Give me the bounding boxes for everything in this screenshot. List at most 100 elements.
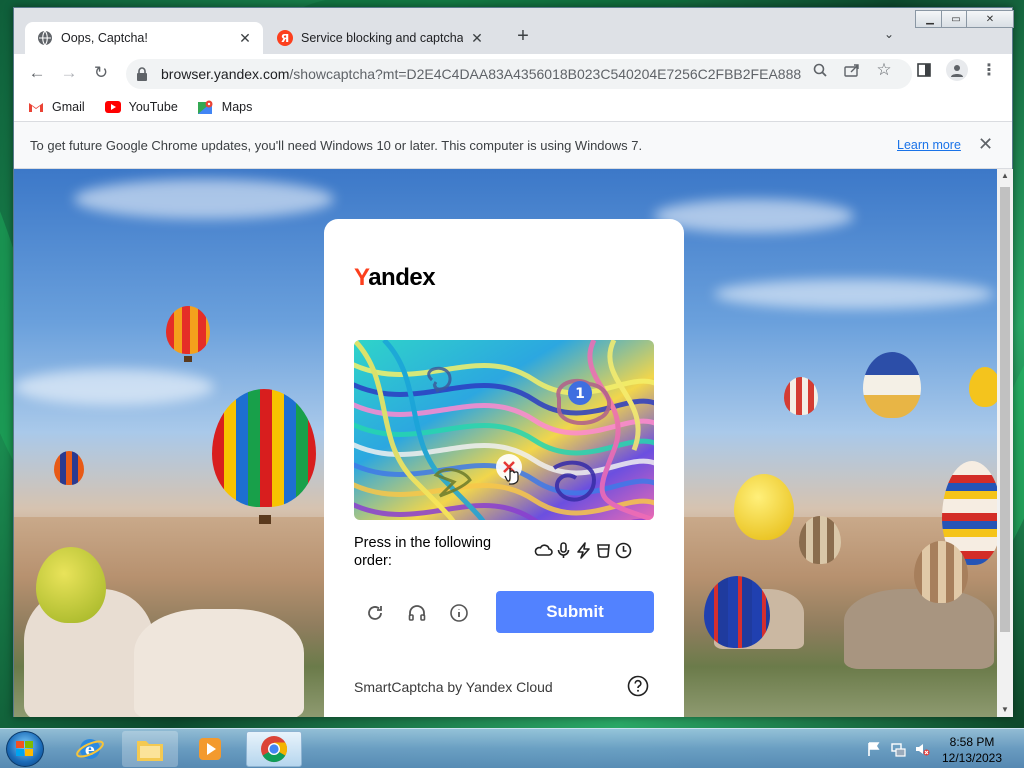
folder-icon [137, 741, 163, 761]
forward-icon[interactable]: → [58, 62, 80, 84]
hot-air-balloon [212, 389, 316, 507]
learn-more-link[interactable]: Learn more [897, 138, 961, 152]
landscape-rock [134, 609, 304, 717]
clock-icon [614, 541, 633, 560]
taskbar-file-explorer[interactable] [122, 731, 178, 767]
url-text: browser.yandex.com/showcaptcha?mt=D2E4C4… [161, 66, 801, 82]
address-bar[interactable]: browser.yandex.com/showcaptcha?mt=D2E4C4… [126, 59, 912, 89]
hot-air-balloon [704, 576, 770, 648]
infobar-close-icon[interactable]: ✕ [978, 134, 993, 155]
kebab-menu-icon[interactable]: ⋮ [980, 61, 998, 79]
logo-first-letter: Y [354, 264, 369, 291]
clock-date: 12/13/2023 [941, 751, 1003, 765]
hot-air-balloon [784, 377, 818, 415]
tab-title: Oops, Captcha! [61, 31, 148, 45]
taskbar-media-player[interactable] [182, 731, 238, 767]
back-icon[interactable]: ← [26, 62, 48, 84]
new-tab-icon[interactable]: + [511, 25, 535, 48]
hot-air-balloon [969, 367, 997, 407]
taskbar-chrome[interactable] [246, 731, 302, 767]
action-center-flag-icon[interactable] [866, 741, 882, 757]
landscape-rock [844, 589, 994, 669]
infobar-message: To get future Google Chrome updates, you… [30, 137, 643, 153]
media-player-icon [199, 738, 221, 760]
captcha-card: Yandex 1 Press in the following order: S… [324, 219, 684, 717]
scroll-down-arrow-icon[interactable]: ▼ [997, 703, 1013, 717]
click-order-badge: 1 [575, 386, 585, 402]
info-icon[interactable] [447, 601, 471, 625]
tab-close-icon[interactable]: ✕ [469, 30, 485, 47]
balloon-basket [259, 515, 271, 524]
tab-title: Service blocking and captcha - C [301, 31, 463, 45]
scroll-up-arrow-icon[interactable]: ▲ [997, 169, 1013, 183]
order-icons [534, 541, 633, 560]
tab-service-blocking[interactable]: Я Service blocking and captcha - C ✕ [265, 22, 495, 54]
logo-rest: andex [368, 264, 436, 291]
captcha-instruction: Press in the following order: [354, 535, 492, 569]
background-cloud [714, 279, 994, 309]
bookmark-youtube[interactable]: YouTube [104, 99, 178, 114]
tab-oops-captcha[interactable]: Oops, Captcha! ✕ [25, 22, 263, 54]
submit-button[interactable]: Submit [496, 591, 654, 633]
bookmark-star-icon[interactable]: ☆ [875, 60, 893, 79]
hot-air-balloon [54, 451, 84, 485]
cloud-icon [534, 541, 553, 560]
chrome-icon [261, 736, 288, 763]
url-host: browser.yandex.com [161, 66, 290, 82]
hot-air-balloon [36, 547, 106, 623]
hot-air-balloon [914, 541, 968, 603]
update-infobar: To get future Google Chrome updates, you… [14, 122, 1012, 169]
tab-close-icon[interactable]: ✕ [237, 30, 253, 47]
scrollbar-thumb[interactable] [1000, 187, 1010, 632]
microphone-icon [554, 541, 573, 560]
hot-air-balloon [863, 352, 921, 418]
url-path: /showcaptcha?mt=D2E4C4DAA83A4356018B023C… [289, 66, 801, 82]
system-clock[interactable]: 8:58 PM 12/13/2023 [936, 734, 1008, 766]
reload-icon[interactable]: ↻ [90, 62, 112, 84]
globe-icon [37, 30, 53, 46]
hot-air-balloon [734, 474, 794, 540]
maps-icon [197, 100, 213, 114]
audio-headphones-icon[interactable] [405, 601, 429, 625]
help-icon[interactable] [627, 675, 649, 697]
zoom-search-icon[interactable] [811, 61, 829, 79]
taskbar-internet-explorer[interactable]: e [62, 731, 118, 767]
bookmark-label: Maps [221, 99, 253, 114]
captcha-image[interactable]: 1 [354, 340, 654, 520]
smartcaptcha-footer: SmartCaptcha by Yandex Cloud [354, 679, 553, 695]
close-window-icon[interactable]: ✕ [966, 10, 1014, 28]
volume-muted-icon[interactable] [914, 741, 930, 757]
clock-time: 8:58 PM [949, 735, 995, 749]
bookmark-label: Gmail [52, 99, 85, 114]
lock-icon [137, 67, 147, 81]
bookmarks-bar: Gmail YouTube Maps [14, 92, 1012, 122]
refresh-icon[interactable] [363, 601, 387, 625]
background-cloud [74, 179, 334, 219]
tab-search-chevron-icon[interactable]: ⌄ [884, 27, 894, 41]
tab-strip: Oops, Captcha! ✕ Я Service blocking and … [14, 8, 1014, 54]
toolbar: ← → ↻ browser.yandex.com/showcaptcha?mt=… [14, 54, 1012, 92]
yandex-logo: Yandex [354, 264, 436, 292]
balloon-basket [184, 356, 192, 362]
bookmark-label: YouTube [128, 99, 178, 114]
vertical-scrollbar[interactable]: ▲ ▼ [997, 169, 1013, 717]
share-icon[interactable] [843, 61, 861, 79]
network-icon[interactable] [890, 741, 906, 757]
cup-icon [594, 541, 613, 560]
start-button[interactable] [6, 731, 44, 767]
hot-air-balloon [799, 516, 841, 564]
gmail-icon [29, 102, 43, 112]
background-cloud [14, 369, 214, 405]
bookmark-gmail[interactable]: Gmail [28, 100, 85, 114]
bookmark-maps[interactable]: Maps [197, 99, 253, 114]
lightning-icon [574, 541, 593, 560]
browser-window: Oops, Captcha! ✕ Я Service blocking and … [13, 7, 1014, 717]
page-viewport: Yandex 1 Press in the following order: S… [14, 169, 997, 717]
hot-air-balloon [166, 306, 210, 354]
youtube-icon [104, 100, 121, 113]
profile-avatar-icon[interactable] [946, 59, 968, 81]
svg-text:Я: Я [281, 32, 289, 45]
background-cloud [654, 199, 854, 233]
taskbar: e 8:58 PM 12/13/2023 [0, 728, 1024, 768]
side-panel-icon[interactable] [915, 61, 933, 79]
